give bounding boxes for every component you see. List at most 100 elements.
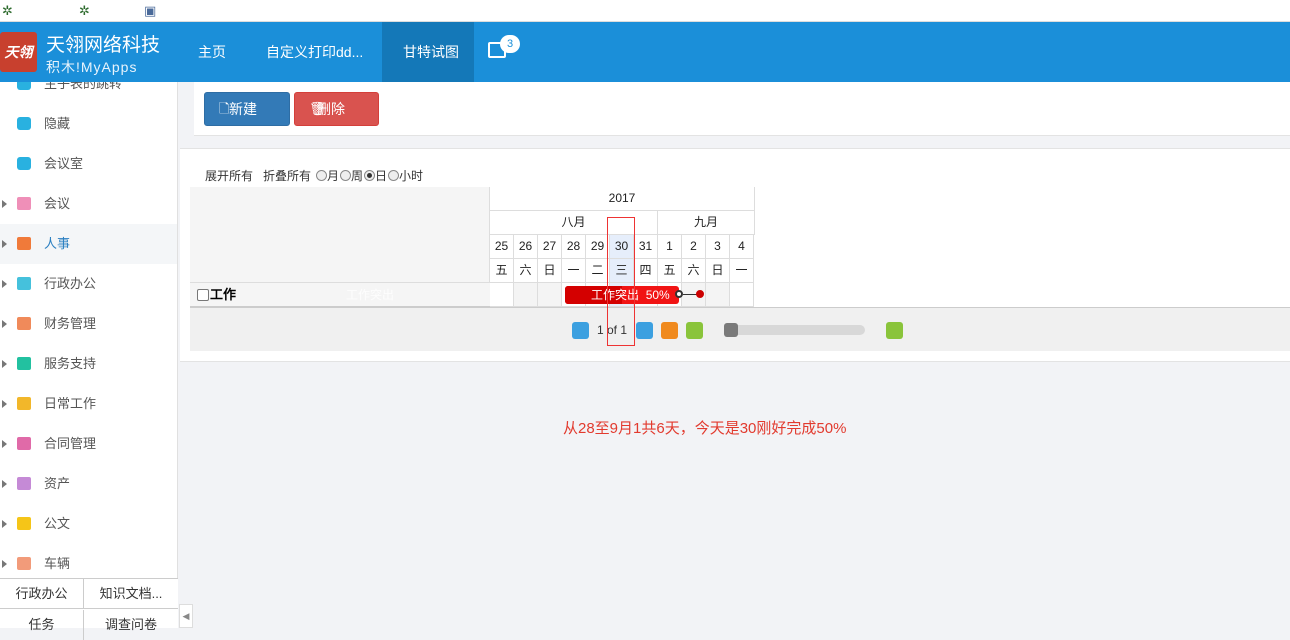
tab-tasks[interactable]: 任务	[0, 610, 84, 640]
task-checkbox[interactable]	[197, 289, 209, 301]
task-day-cell	[490, 283, 514, 307]
link-handle-end[interactable]	[696, 290, 704, 298]
brand-title: 天翎网络科技	[46, 35, 161, 56]
monitor-icon[interactable]: ▣	[144, 4, 156, 18]
gantt-grid: 工作 工作突出 2017 八月 九月 25 五 26 六 27 日 28 一 29 二 30 三 31 四…	[190, 187, 1290, 307]
delete-button[interactable]: 🗑 删除	[294, 92, 379, 126]
weekday-cell: 一	[730, 259, 754, 283]
radio-month[interactable]	[316, 170, 327, 181]
sidebar-item-label: 行政办公	[44, 276, 97, 291]
weekday-cell: 六	[514, 259, 538, 283]
sidebar-item[interactable]: 财务管理	[0, 304, 177, 344]
weekday-cell: 四	[634, 259, 658, 283]
slider-handle[interactable]	[724, 323, 738, 337]
day-cell: 25	[490, 235, 514, 259]
nav-custom-print[interactable]: 自定义打印dd...	[250, 22, 379, 82]
today-highlight-box	[607, 217, 635, 346]
sidebar-collapse-button[interactable]: ◀	[179, 604, 193, 628]
sidebar-item[interactable]: 公文	[0, 504, 177, 544]
brand-subtitle: 积木!MyApps	[46, 59, 138, 75]
month-header-sep: 九月	[658, 211, 755, 235]
sidebar-item-label: 日常工作	[44, 396, 97, 411]
sidebar-item-label: 会议	[44, 196, 71, 211]
collapse-all-link[interactable]: 折叠所有	[263, 169, 311, 183]
tab-knowledge-docs[interactable]: 知识文档...	[84, 579, 178, 609]
day-cell: 28	[562, 235, 586, 259]
page-down-icon[interactable]	[636, 322, 653, 339]
sidebar-item[interactable]: 人事	[0, 224, 177, 264]
folder-icon	[17, 317, 31, 330]
sidebar-item-label: 隐藏	[44, 116, 71, 131]
radio-week-label: 周	[351, 169, 364, 183]
weekday-cell: 五	[658, 259, 682, 283]
nav-home[interactable]: 主页	[182, 22, 242, 82]
expand-arrow-icon[interactable]	[2, 400, 7, 408]
app-header: 天翎 天翎网络科技 积木!MyApps 主页 自定义打印dd... 甘特试图 3	[0, 22, 1290, 82]
timeline-slider[interactable]	[724, 323, 865, 337]
sidebar-item[interactable]: 隐藏	[0, 104, 177, 144]
notification-badge: 3	[500, 35, 520, 53]
folder-icon	[17, 277, 31, 290]
expand-arrow-icon[interactable]	[2, 200, 7, 208]
sidebar-item[interactable]: 行政办公	[0, 264, 177, 304]
bug-icon[interactable]: ✲	[79, 4, 90, 18]
task-row[interactable]: 工作 工作突出	[190, 283, 490, 307]
day-cell: 1	[658, 235, 682, 259]
page-up-icon[interactable]	[572, 322, 589, 339]
gantt-pager: 1 of 1	[190, 307, 1290, 351]
radio-day[interactable]	[364, 170, 376, 181]
sidebar-item-label: 财务管理	[44, 316, 97, 331]
new-button-label: 新建	[229, 101, 257, 117]
weekday-cell: 六	[682, 259, 706, 283]
folder-icon	[17, 237, 31, 250]
task-ghost-label: 工作突出	[346, 288, 395, 302]
new-button[interactable]: 🗋 新建	[204, 92, 290, 126]
tab-admin-office[interactable]: 行政办公	[0, 579, 84, 609]
link-handle-start[interactable]	[675, 290, 683, 298]
annotation-note: 从28至9月1共6天，今天是30刚好完成50%	[563, 420, 847, 437]
sidebar-item[interactable]: 资产	[0, 464, 177, 504]
weekday-cell: 五	[490, 259, 514, 283]
cube-icon	[17, 157, 31, 170]
sidebar-item[interactable]: 合同管理	[0, 424, 177, 464]
expand-arrow-icon[interactable]	[2, 560, 7, 568]
cube-icon	[17, 82, 31, 90]
expand-arrow-icon[interactable]	[2, 280, 7, 288]
task-day-cell	[730, 283, 754, 307]
sidebar-item[interactable]: 服务支持	[0, 344, 177, 384]
sidebar-item[interactable]: 日常工作	[0, 384, 177, 424]
sidebar-item-label: 服务支持	[44, 356, 97, 371]
expand-arrow-icon[interactable]	[2, 320, 7, 328]
radio-hour[interactable]	[388, 170, 400, 181]
expand-arrow-icon[interactable]	[2, 480, 7, 488]
day-cell: 31	[634, 235, 658, 259]
folder-icon	[17, 357, 31, 370]
expand-all-link[interactable]: 展开所有	[205, 169, 253, 183]
expand-arrow-icon[interactable]	[2, 360, 7, 368]
task-day-cell	[514, 283, 538, 307]
expand-arrow-icon[interactable]	[2, 440, 7, 448]
next-icon[interactable]	[886, 322, 903, 339]
sidebar-item[interactable]: 主子表的跳转	[0, 82, 177, 104]
folder-icon	[17, 477, 31, 490]
year-header: 2017	[490, 187, 755, 211]
expand-arrow-icon[interactable]	[2, 520, 7, 528]
nav-gantt[interactable]: 甘特试图	[382, 22, 474, 82]
radio-week[interactable]	[340, 170, 352, 181]
gantt-panel: 展开所有 折叠所有 月周日小时 工作 工作突出 2017 八月 九月 25 五 26…	[180, 148, 1290, 362]
prev-icon[interactable]	[686, 322, 703, 339]
scale-selector: 月周日小时	[315, 169, 423, 183]
expand-arrow-icon[interactable]	[2, 240, 7, 248]
folder-icon	[17, 557, 31, 570]
folder-icon	[17, 197, 31, 210]
bug-icon[interactable]: ✲	[2, 4, 13, 18]
sidebar-item[interactable]: 会议室	[0, 144, 177, 184]
folder-icon	[17, 517, 31, 530]
tab-survey[interactable]: 调查问卷	[84, 610, 178, 640]
refresh-icon[interactable]	[661, 322, 678, 339]
task-day-cell	[706, 283, 730, 307]
weekday-cell: 日	[538, 259, 562, 283]
sidebar-item[interactable]: 会议	[0, 184, 177, 224]
day-cell: 27	[538, 235, 562, 259]
file-icon: 🗋	[219, 101, 230, 116]
